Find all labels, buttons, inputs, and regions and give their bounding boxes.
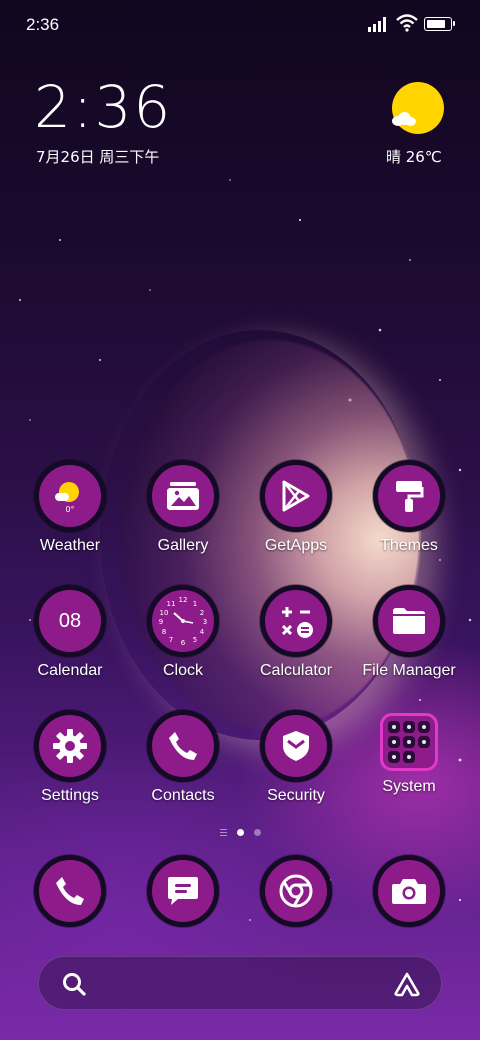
svg-text:1: 1 bbox=[193, 600, 197, 608]
app-label: Contacts bbox=[151, 787, 215, 804]
page-dot-active bbox=[236, 829, 244, 836]
camera-icon bbox=[373, 855, 445, 927]
app-label: Security bbox=[267, 787, 325, 804]
page-indicator[interactable] bbox=[0, 829, 480, 836]
svg-text:4: 4 bbox=[200, 628, 205, 636]
svg-text:7: 7 bbox=[169, 636, 173, 644]
messages-icon bbox=[147, 855, 219, 927]
app-label: Themes bbox=[380, 537, 438, 554]
app-label: Gallery bbox=[157, 537, 209, 554]
play-store-icon bbox=[260, 460, 332, 532]
dock-messages[interactable] bbox=[128, 855, 238, 927]
app-security[interactable]: Security bbox=[241, 710, 351, 805]
svg-text:8: 8 bbox=[162, 628, 166, 636]
app-themes[interactable]: Themes bbox=[354, 460, 464, 555]
app-clock[interactable]: 12 1 2 345 678 9 10 11 Clock bbox=[128, 585, 238, 680]
app-label: Calculator bbox=[259, 662, 333, 679]
app-calendar[interactable]: 08 Calendar bbox=[15, 585, 125, 680]
app-label: GetApps bbox=[264, 537, 328, 554]
svg-text:6: 6 bbox=[181, 639, 186, 647]
app-label: Calendar bbox=[37, 662, 103, 679]
app-system-folder[interactable]: System bbox=[354, 710, 464, 796]
app-calculator[interactable]: Calculator bbox=[241, 585, 351, 680]
app-label: Clock bbox=[162, 662, 203, 679]
app-label: Settings bbox=[41, 787, 99, 804]
weather-widget-text[interactable]: 晴 26℃ bbox=[386, 146, 442, 167]
assistant-icon[interactable] bbox=[393, 971, 421, 997]
battery-icon bbox=[424, 17, 455, 31]
svg-text:12: 12 bbox=[179, 596, 188, 604]
search-bar[interactable] bbox=[38, 956, 442, 1010]
phone-icon bbox=[34, 855, 106, 927]
paint-roller-icon bbox=[373, 460, 445, 532]
dock-camera[interactable] bbox=[354, 855, 464, 927]
calculator-icon bbox=[260, 585, 332, 657]
app-label: Weather bbox=[39, 537, 101, 554]
status-bar: 2:36 bbox=[0, 0, 480, 50]
page-dot bbox=[253, 829, 261, 836]
weather-icon: 0° bbox=[34, 460, 106, 532]
clock-widget-time[interactable]: 2:36 bbox=[34, 78, 172, 136]
shield-icon bbox=[260, 710, 332, 782]
phone-icon bbox=[147, 710, 219, 782]
app-gallery[interactable]: Gallery bbox=[128, 460, 238, 555]
svg-text:5: 5 bbox=[193, 636, 197, 644]
search-icon[interactable] bbox=[61, 971, 87, 997]
clock-widget-date[interactable]: 7月26日 周三下午 bbox=[36, 146, 159, 167]
dock-chrome[interactable] bbox=[241, 855, 351, 927]
dock-phone[interactable] bbox=[15, 855, 125, 927]
calendar-icon: 08 bbox=[34, 585, 106, 657]
wifi-icon bbox=[396, 14, 418, 32]
app-file-manager[interactable]: File Manager bbox=[354, 585, 464, 680]
folder-icon bbox=[373, 585, 445, 657]
app-drawer-indicator bbox=[219, 829, 227, 836]
app-settings[interactable]: Settings bbox=[15, 710, 125, 805]
app-label: System bbox=[382, 778, 436, 795]
svg-text:2: 2 bbox=[200, 609, 204, 617]
sunny-partly-cloudy-icon[interactable] bbox=[392, 82, 444, 134]
signal-icon bbox=[368, 17, 386, 32]
svg-text:11: 11 bbox=[167, 600, 176, 608]
clock-icon: 12 1 2 345 678 9 10 11 bbox=[147, 585, 219, 657]
svg-text:10: 10 bbox=[160, 609, 169, 617]
app-contacts[interactable]: Contacts bbox=[128, 710, 238, 805]
app-folder-icon bbox=[380, 713, 438, 771]
gallery-icon bbox=[147, 460, 219, 532]
gear-icon bbox=[34, 710, 106, 782]
app-weather[interactable]: 0° Weather bbox=[15, 460, 125, 555]
svg-text:3: 3 bbox=[203, 618, 207, 626]
svg-text:9: 9 bbox=[159, 618, 163, 626]
cloud-icon bbox=[392, 112, 416, 126]
chrome-icon bbox=[260, 855, 332, 927]
status-time: 2:36 bbox=[26, 15, 60, 34]
app-getapps[interactable]: GetApps bbox=[241, 460, 351, 555]
app-label: File Manager bbox=[362, 662, 456, 679]
